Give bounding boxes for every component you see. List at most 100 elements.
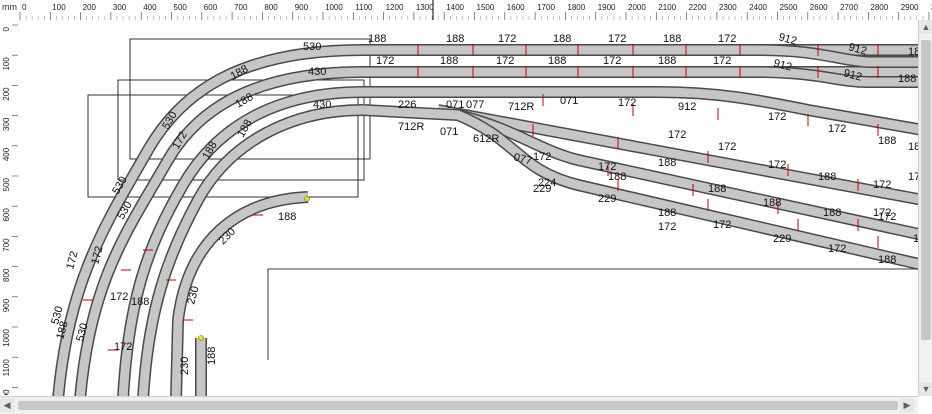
- top-ruler-label: 2800: [870, 3, 888, 12]
- top-ruler-label: 1100: [355, 3, 373, 12]
- left-ruler-label: 800: [2, 268, 11, 282]
- left-ruler-label: 500: [2, 177, 11, 191]
- top-ruler-label: 200: [83, 3, 97, 12]
- track-piece-label: 229: [598, 193, 616, 205]
- left-ruler: 0 100 200 300 400 500 600 700 800 900 1000 1100 1200: [0, 20, 19, 395]
- track-piece-label: 188: [608, 171, 626, 183]
- track-piece-label: 172: [908, 171, 918, 183]
- track-piece-label: 188: [368, 33, 386, 45]
- horizontal-scroll-thumb[interactable]: [18, 401, 898, 410]
- top-ruler-label: 2400: [749, 3, 767, 12]
- track-piece-label: 172: [768, 111, 786, 123]
- left-ruler-label: 200: [2, 87, 11, 101]
- track-piece-label: 071: [440, 126, 458, 138]
- vertical-scroll-thumb[interactable]: [921, 40, 931, 340]
- track-piece-label: 188: [553, 33, 571, 45]
- track-piece-label: 912: [678, 101, 696, 113]
- track-piece-label: 172: [873, 179, 891, 191]
- scroll-up-icon[interactable]: ▲: [919, 20, 932, 34]
- track-piece-label: 188: [878, 254, 896, 266]
- track-piece-label: 172: [376, 55, 394, 67]
- top-ruler-label: 1900: [598, 3, 616, 12]
- top-ruler-label: 100: [52, 3, 66, 12]
- top-ruler-label: 2200: [689, 3, 707, 12]
- top-ruler-label: 1700: [537, 3, 555, 12]
- vertical-scrollbar[interactable]: ▲ ▼: [918, 20, 932, 396]
- top-ruler-label: 1800: [567, 3, 585, 12]
- track-piece-label: 172: [608, 33, 626, 45]
- scroll-left-icon[interactable]: ◀: [0, 398, 14, 412]
- track-piece-label: 188: [131, 296, 149, 308]
- track-piece-label: 172: [718, 33, 736, 45]
- layout-canvas[interactable]: 1881881721881721881729129121881721881721…: [18, 20, 918, 396]
- top-ruler-label: 700: [234, 3, 248, 12]
- left-ruler-label: 300: [2, 117, 11, 131]
- track-piece-label: 430: [313, 99, 331, 111]
- track-drawing[interactable]: 1881881721881721881729129121881721881721…: [18, 20, 918, 396]
- track-piece-label: 226: [398, 99, 416, 111]
- track-piece-label: 071: [446, 99, 464, 111]
- track-piece-label: 172: [713, 219, 731, 231]
- top-ruler: mm 0 100 200 300 400 500 600 700 800 900 1000 1100 1…: [0, 0, 932, 21]
- track-piece-label: 188: [658, 207, 676, 219]
- track-piece-label: 172: [668, 129, 686, 141]
- top-ruler-label: 0: [22, 3, 27, 12]
- frame-4: [267, 268, 918, 360]
- track-right-3-bed: [456, 110, 918, 239]
- endpoint-marker[interactable]: [304, 196, 310, 202]
- top-ruler-label: 600: [204, 3, 218, 12]
- scroll-down-icon[interactable]: ▼: [919, 382, 932, 396]
- top-ruler-label: 2900: [901, 3, 919, 12]
- track-piece-label: 188: [898, 73, 916, 85]
- track-piece-label: 188: [206, 347, 218, 365]
- track-piece-label: 172: [618, 97, 636, 109]
- track-piece-label: 224: [538, 177, 556, 189]
- track-piece-label: 188: [440, 55, 458, 67]
- track-piece-label: 188: [823, 207, 841, 219]
- track-piece-label: 230: [179, 357, 191, 375]
- top-ruler-label: 400: [143, 3, 157, 12]
- track-piece-label: 188: [663, 33, 681, 45]
- scroll-right-icon[interactable]: ▶: [900, 398, 914, 412]
- track-piece-label: 188: [278, 211, 296, 223]
- left-ruler-label: 1200: [2, 389, 11, 395]
- top-ruler-label: 2700: [840, 3, 858, 12]
- top-ruler-label: 800: [264, 3, 278, 12]
- left-ruler-label: 1100: [2, 359, 11, 377]
- left-ruler-label: 400: [2, 147, 11, 161]
- left-ruler-label: 100: [2, 57, 11, 71]
- track-piece-label: 172: [496, 55, 514, 67]
- track-piece-label: 188: [548, 55, 566, 67]
- track-piece-label: 188: [763, 197, 781, 209]
- track-piece-label: 172: [718, 141, 736, 153]
- track-piece-label: 071: [560, 95, 578, 107]
- track-piece-label: 172: [110, 291, 128, 303]
- track-piece-label: 172: [603, 55, 621, 67]
- track-piece-label: 077: [512, 151, 533, 167]
- track-piece-label: 172: [498, 33, 516, 45]
- top-ruler-label: 2100: [658, 3, 676, 12]
- track-piece-label: 172: [64, 250, 80, 271]
- track-piece-label: 430: [308, 66, 326, 78]
- top-ruler-label: 1000: [325, 3, 343, 12]
- track-piece-label: 188: [658, 157, 676, 169]
- track-piece-label: 530: [303, 41, 321, 53]
- top-ruler-label: 2600: [810, 3, 828, 12]
- track-piece-label: 188: [908, 46, 918, 58]
- top-ruler-label: 1600: [507, 3, 525, 12]
- top-ruler-label: 2000: [628, 3, 646, 12]
- track-piece-label: 188: [818, 171, 836, 183]
- track-piece-label: 612R: [473, 133, 499, 145]
- horizontal-scrollbar[interactable]: ◀ ▶: [0, 396, 918, 414]
- track-piece-label: 188: [908, 141, 918, 153]
- track-piece-label: 172: [768, 159, 786, 171]
- track-piece-label: 188: [878, 135, 896, 147]
- track-piece-label: 712R: [398, 121, 424, 133]
- track-piece-label: 172: [658, 221, 676, 233]
- top-ruler-label: 500: [174, 3, 188, 12]
- top-ruler-label: 2300: [719, 3, 737, 12]
- endpoint-marker[interactable]: [198, 335, 204, 341]
- track-piece-label: 172: [828, 123, 846, 135]
- track-piece-label: 172: [713, 55, 731, 67]
- track-piece-label: 188: [446, 33, 464, 45]
